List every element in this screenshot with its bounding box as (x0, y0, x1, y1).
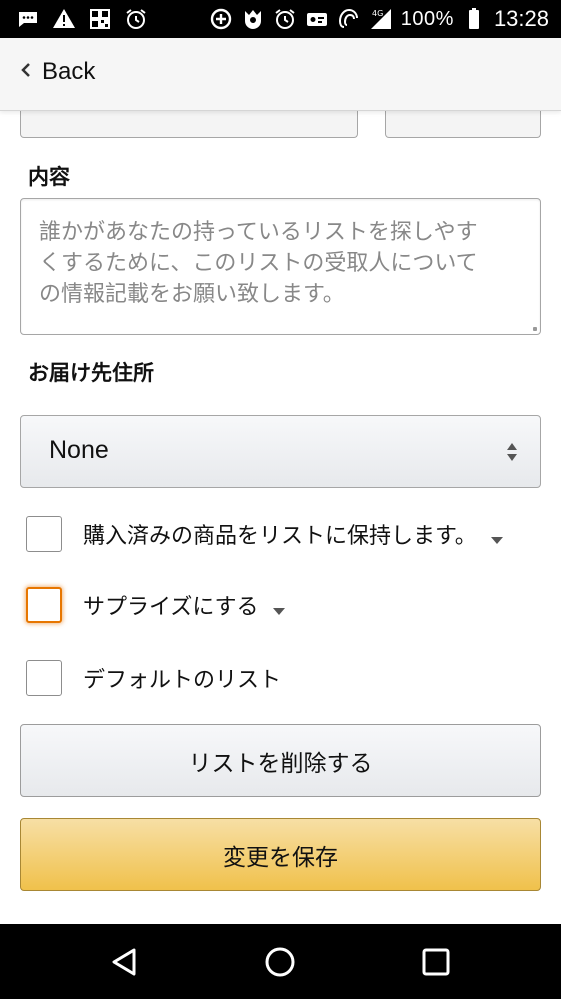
surprise-label: サプライズにする (83, 595, 259, 620)
surprise-checkbox[interactable] (26, 587, 62, 623)
description-placeholder-line: の情報記載をお願い致します。 (39, 282, 345, 307)
info-caret-icon[interactable] (272, 601, 285, 615)
alarm-icon (124, 6, 148, 32)
svg-text:4G: 4G (372, 9, 383, 18)
keep-purchased-items-checkbox[interactable] (26, 516, 62, 552)
status-bar: 4G 100% 13:28 (0, 0, 561, 38)
status-right-icons: 4G 100% 13:28 (209, 6, 549, 32)
app-notification-icon (241, 6, 265, 32)
default-list-checkbox[interactable] (26, 660, 62, 696)
chevron-left-icon (20, 62, 32, 82)
system-nav-bar (0, 924, 561, 999)
back-label: Back (42, 58, 96, 85)
warning-icon (52, 6, 76, 32)
messages-icon (16, 6, 40, 32)
back-button[interactable]: Back (20, 58, 95, 86)
delete-list-button[interactable]: リストを削除する (20, 724, 541, 797)
surprise-option[interactable]: サプライズにする (26, 587, 285, 623)
save-changes-button[interactable]: 変更を保存 (20, 818, 541, 891)
battery-percent: 100% (400, 7, 454, 30)
default-list-label: デフォルトのリスト (83, 668, 282, 693)
address-label: お届け先住所 (28, 361, 154, 385)
home-circle-icon[interactable] (260, 942, 300, 982)
address-select[interactable]: None (20, 415, 541, 488)
info-caret-icon[interactable] (490, 530, 503, 544)
resize-grip-icon[interactable] (533, 327, 537, 331)
vpn-icon (305, 6, 329, 32)
qr-app-icon (88, 6, 112, 32)
nfc-icon (337, 6, 361, 32)
default-list-option[interactable]: デフォルトのリスト (26, 660, 281, 696)
battery-icon (462, 6, 486, 32)
description-placeholder-line: くするために、このリストの受取人について (39, 251, 478, 276)
description-label: 内容 (28, 165, 70, 189)
description-textarea[interactable]: 誰かがあなたの持っているリストを探しやす くするために、このリストの受取人につい… (20, 198, 541, 335)
select-arrows-icon (506, 442, 518, 462)
keep-purchased-items-option[interactable]: 購入済みの商品をリストに保持します。 (26, 516, 503, 552)
status-left-icons (16, 6, 148, 32)
description-placeholder-line: 誰かがあなたの持っているリストを探しやす (39, 220, 478, 245)
header-bar: Back (0, 38, 561, 111)
address-select-value: None (49, 436, 109, 464)
signal-4g-icon: 4G (369, 6, 393, 32)
clock: 13:28 (493, 6, 549, 31)
data-saver-icon (209, 6, 233, 32)
keep-purchased-items-label: 購入済みの商品をリストに保持します。 (83, 524, 477, 549)
back-triangle-icon[interactable] (104, 942, 144, 982)
recents-square-icon[interactable] (416, 942, 456, 982)
alarm-icon (273, 6, 297, 32)
